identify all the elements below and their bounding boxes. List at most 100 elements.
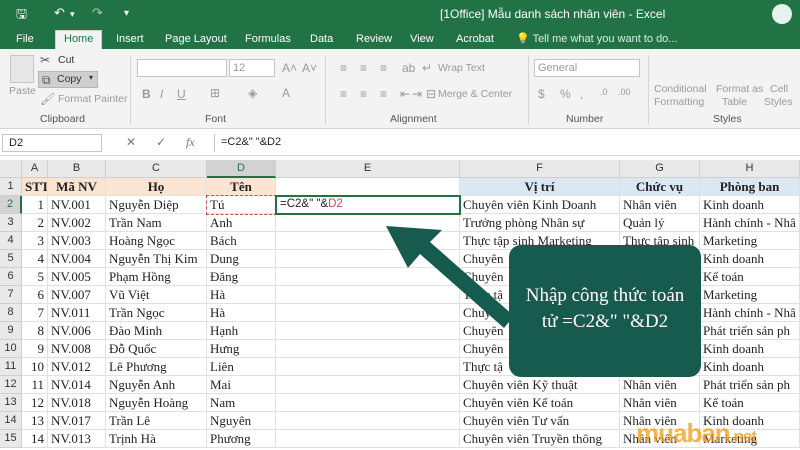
formula-input[interactable]: =C2&" "&D2 (214, 134, 798, 152)
currency-icon[interactable]: $ (538, 87, 545, 101)
tab-data[interactable]: Data (302, 31, 341, 49)
cell-ho[interactable]: Phạm Hồng (106, 268, 207, 286)
cell-ten[interactable]: Dung (207, 250, 276, 268)
cell-vt[interactable]: Chuyên viên Kỹ thuật (460, 376, 620, 394)
account-icon[interactable] (772, 4, 792, 24)
cell-vt[interactable]: Chuyên viên Kế toán (460, 394, 620, 412)
header-cell-ten[interactable]: Tên (207, 178, 276, 196)
undo-icon[interactable]: ↶ (54, 5, 65, 21)
cell-pb[interactable]: Kế toán (700, 394, 800, 412)
empty-cell[interactable] (276, 358, 460, 376)
row-header[interactable]: 14 (0, 412, 22, 430)
empty-cell[interactable] (276, 412, 460, 430)
cell-stt[interactable]: 12 (22, 394, 48, 412)
row-header[interactable]: 10 (0, 340, 22, 358)
cell-stt[interactable]: 5 (22, 268, 48, 286)
empty-cell[interactable] (276, 340, 460, 358)
row-header[interactable]: 8 (0, 304, 22, 322)
row-header[interactable]: 1 (0, 178, 22, 196)
header-cell-ma-nv[interactable]: Mã NV (48, 178, 106, 196)
cell-ten[interactable]: Anh (207, 214, 276, 232)
cell-stt[interactable]: 2 (22, 214, 48, 232)
decrease-indent-icon[interactable]: ⇤ (400, 87, 410, 101)
cancel-icon[interactable]: ✕ (126, 135, 136, 149)
header-cell-chuc-vu[interactable]: Chức vụ (620, 178, 700, 196)
header-cell-vi-tri[interactable]: Vị trí (460, 178, 620, 196)
increase-font-icon[interactable]: A˄ (282, 61, 297, 75)
cell-ho[interactable]: Nguyễn Thị Kim (106, 250, 207, 268)
number-format-select[interactable]: General (534, 59, 640, 77)
cell-ho[interactable]: Nguyễn Hoàng (106, 394, 207, 412)
paste-icon[interactable] (10, 55, 34, 83)
column-header-g[interactable]: G (620, 160, 700, 178)
header-cell-ho[interactable]: Họ (106, 178, 207, 196)
cell-ma[interactable]: NV.014 (48, 376, 106, 394)
cell-ma[interactable]: NV.002 (48, 214, 106, 232)
tell-me-box[interactable]: 💡 Tell me what you want to do... (516, 31, 677, 47)
cell-vt[interactable]: Chuyên viên Tư vấn (460, 412, 620, 430)
font-color-icon[interactable]: A (282, 86, 290, 100)
cell-pb[interactable]: Phát triển sản ph (700, 322, 800, 340)
cell-ho[interactable]: Trần Ngọc (106, 304, 207, 322)
cut-button[interactable]: Cut (58, 54, 74, 66)
align-bottom-icon[interactable]: ≡ (380, 61, 387, 75)
column-header-f[interactable]: F (460, 160, 620, 178)
cell-cv[interactable]: Nhân viên (620, 394, 700, 412)
row-header[interactable]: 9 (0, 322, 22, 340)
tab-page-layout[interactable]: Page Layout (157, 31, 235, 49)
cell-ho[interactable]: Nguyễn Anh (106, 376, 207, 394)
cell-ho[interactable]: Trịnh Hà (106, 430, 207, 448)
cell-ma[interactable]: NV.003 (48, 232, 106, 250)
row-header[interactable]: 11 (0, 358, 22, 376)
increase-indent-icon[interactable]: ⇥ (412, 87, 422, 101)
cell-stt[interactable]: 13 (22, 412, 48, 430)
percent-icon[interactable]: % (560, 87, 571, 101)
cell-ma[interactable]: NV.004 (48, 250, 106, 268)
bold-icon[interactable]: B (142, 87, 151, 101)
cell-cv[interactable]: Quản lý (620, 214, 700, 232)
redo-icon[interactable]: ↷ (92, 5, 103, 21)
cell-ho[interactable]: Trần Nam (106, 214, 207, 232)
cell-ten[interactable]: Hạnh (207, 322, 276, 340)
header-cell-phong-ban[interactable]: Phòng ban (700, 178, 800, 196)
cell-ma[interactable]: NV.006 (48, 322, 106, 340)
align-middle-icon[interactable]: ≡ (360, 61, 367, 75)
cell-ten[interactable]: Mai (207, 376, 276, 394)
cell-ma[interactable]: NV.018 (48, 394, 106, 412)
cell-ten[interactable]: Đăng (207, 268, 276, 286)
cell-ho[interactable]: Đào Minh (106, 322, 207, 340)
name-box[interactable]: D2 (2, 134, 102, 152)
column-header-a[interactable]: A (22, 160, 48, 178)
tab-acrobat[interactable]: Acrobat (448, 31, 502, 49)
select-all-corner[interactable] (0, 160, 22, 178)
column-header-e[interactable]: E (276, 160, 460, 178)
row-header[interactable]: 15 (0, 430, 22, 448)
increase-decimal-icon[interactable]: .0 (600, 87, 608, 97)
cell-vt[interactable]: Chuyên viên Kinh Doanh (460, 196, 620, 214)
font-size-select[interactable]: 12 (229, 59, 275, 77)
font-name-select[interactable] (137, 59, 227, 77)
empty-cell[interactable] (276, 430, 460, 448)
cell-pb[interactable]: Marketing (700, 232, 800, 250)
cell-ma[interactable]: NV.017 (48, 412, 106, 430)
row-header[interactable]: 13 (0, 394, 22, 412)
paste-button[interactable]: Paste (9, 85, 36, 97)
cell-pb[interactable]: Hành chính - Nhâ (700, 304, 800, 322)
cell-ma[interactable]: NV.013 (48, 430, 106, 448)
cell-stt[interactable]: 9 (22, 340, 48, 358)
row-header[interactable]: 3 (0, 214, 22, 232)
save-icon[interactable]: 🖫 (16, 5, 27, 27)
tab-file[interactable]: File (8, 31, 42, 49)
cell-ho[interactable]: Đỗ Quốc (106, 340, 207, 358)
decrease-font-icon[interactable]: A˅ (302, 61, 317, 75)
merge-center-button[interactable]: Merge & Center (438, 88, 512, 100)
cell-ten[interactable]: Nguyên (207, 412, 276, 430)
column-header-d[interactable]: D (207, 160, 276, 178)
cell-stt[interactable]: 10 (22, 358, 48, 376)
cell-pb[interactable]: Kinh doanh (700, 250, 800, 268)
cell-stt[interactable]: 6 (22, 286, 48, 304)
comma-icon[interactable]: , (580, 87, 583, 101)
tab-insert[interactable]: Insert (108, 31, 152, 49)
cell-stt[interactable]: 11 (22, 376, 48, 394)
row-header[interactable]: 7 (0, 286, 22, 304)
